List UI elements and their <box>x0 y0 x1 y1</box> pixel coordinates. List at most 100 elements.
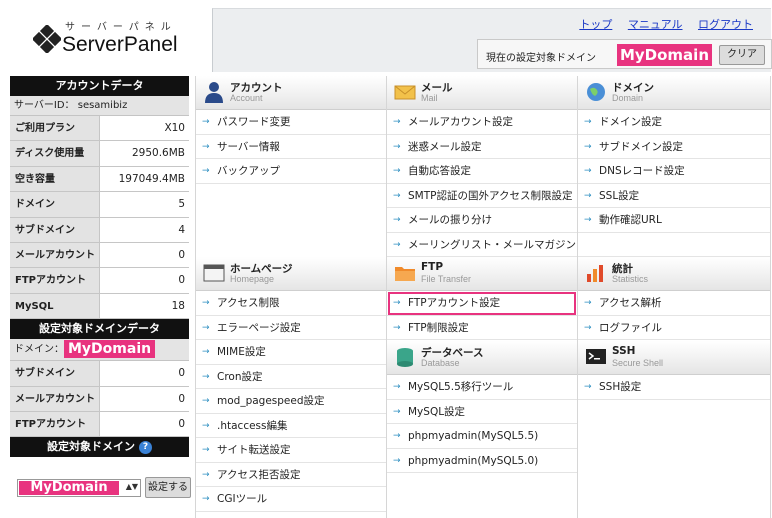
target-domain-label: 設定対象ドメイン <box>47 440 135 454</box>
menu-item-spam[interactable]: 迷惑メール設定 <box>387 135 577 159</box>
logo-mark-icon <box>33 25 61 53</box>
row-label: ディスク使用量 <box>10 141 100 166</box>
menu-item-backup[interactable]: バックアップ <box>196 159 386 184</box>
menu-item-ftp-restriction[interactable]: FTP制限設定 <box>387 316 577 340</box>
window-icon <box>203 264 225 282</box>
domain-row: ドメイン： MyDomain <box>10 339 189 362</box>
domain-data-title: 設定対象ドメインデータ <box>10 319 189 340</box>
row-value: 5 <box>100 192 189 217</box>
row-value: 18 <box>100 293 189 319</box>
section-subtitle: Statistics <box>612 274 649 284</box>
menu-item-phpmyadmin-50[interactable]: phpmyadmin(MySQL5.0) <box>387 449 577 473</box>
account-data-title: アカウントデータ <box>10 76 189 96</box>
menu-item-cgi[interactable]: CGIツール <box>196 487 386 512</box>
row-value: 197049.4MB <box>100 166 189 192</box>
logout-link[interactable]: ログアウト <box>698 18 753 31</box>
menu-item-cron[interactable]: Cron設定 <box>196 365 386 389</box>
domain-data-row: FTPアカウント 0 <box>10 411 189 438</box>
menu-item-mysql-settings[interactable]: MySQL設定 <box>387 400 577 424</box>
section-database: データベース Database <box>387 341 577 375</box>
domain-data-row: サブドメイン 0 <box>10 361 189 387</box>
section-subtitle: Secure Shell <box>612 358 664 368</box>
row-value: 0 <box>100 268 189 293</box>
target-domain-area: MyDomain ▲▼ 設定する <box>10 457 191 513</box>
menu-item-mail-account[interactable]: メールアカウント設定 <box>387 110 577 135</box>
section-ftp: FTP File Transfer <box>387 257 577 291</box>
database-icon <box>397 348 413 367</box>
row-value: X10 <box>100 116 189 141</box>
menu-item-pagespeed[interactable]: mod_pagespeed設定 <box>196 389 386 414</box>
sidebar: アカウントデータ サーバーID： sesamibiz ご利用プラン X10 ディス… <box>10 76 191 513</box>
menu-item-access-analysis[interactable]: アクセス解析 <box>578 291 770 316</box>
account-row: FTPアカウント 0 <box>10 268 189 294</box>
menu-item-mailing-list[interactable]: メーリングリスト・メールマガジン <box>387 233 577 257</box>
help-icon[interactable]: ? <box>139 440 152 454</box>
domain-select-value: MyDomain <box>19 481 119 496</box>
menu-column-3: ドメイン Domain ドメイン設定 サブドメイン設定 DNSレコード設定 SS… <box>577 76 771 518</box>
section-domain: ドメイン Domain <box>578 76 770 110</box>
account-row: ドメイン 5 <box>10 192 189 218</box>
account-row: メールアカウント 0 <box>10 242 189 269</box>
menu-item-log-file[interactable]: ログファイル <box>578 316 770 340</box>
row-label: MySQL <box>10 293 100 319</box>
logo-text: ServerPanel <box>62 33 178 56</box>
current-domain-panel: 現在の設定対象ドメイン MyDomain クリア <box>477 39 772 69</box>
menu-item-server-info[interactable]: サーバー情報 <box>196 135 386 159</box>
menu-item-smtp-restriction[interactable]: SMTP認証の国外アクセス制限設定 <box>387 184 577 208</box>
menu-grid: アカウント Account パスワード変更 サーバー情報 バックアップ ホームペ… <box>195 76 771 518</box>
row-value: 0 <box>100 411 189 437</box>
section-subtitle: Mail <box>421 93 438 103</box>
spacer <box>578 233 770 257</box>
section-account: アカウント Account <box>196 76 386 110</box>
set-domain-button[interactable]: 設定する <box>145 477 191 499</box>
envelope-icon <box>394 85 416 100</box>
domain-select[interactable]: MyDomain ▲▼ <box>17 479 141 498</box>
domain-label: ドメイン： <box>14 344 64 356</box>
row-value: 0 <box>100 242 189 268</box>
top-link[interactable]: トップ <box>579 18 612 31</box>
section-title: FTP <box>421 261 444 273</box>
menu-item-error-page[interactable]: エラーページ設定 <box>196 316 386 340</box>
section-homepage: ホームページ Homepage <box>196 257 386 291</box>
menu-item-password[interactable]: パスワード変更 <box>196 110 386 135</box>
row-label: メールアカウント <box>10 386 100 411</box>
account-row: ご利用プラン X10 <box>10 116 189 142</box>
row-value: 0 <box>100 361 189 386</box>
manual-link[interactable]: マニュアル <box>628 18 683 31</box>
menu-item-mail-filter[interactable]: メールの振り分け <box>387 208 577 233</box>
menu-item-access-deny[interactable]: アクセス拒否設定 <box>196 463 386 487</box>
domain-value: MyDomain <box>64 340 156 359</box>
menu-item-ssl[interactable]: SSL設定 <box>578 184 770 208</box>
menu-item-mime[interactable]: MIME設定 <box>196 340 386 365</box>
menu-item-ssh-settings[interactable]: SSH設定 <box>578 375 770 400</box>
menu-item-phpmyadmin-55[interactable]: phpmyadmin(MySQL5.5) <box>387 424 577 449</box>
menu-item-subdomain[interactable]: サブドメイン設定 <box>578 135 770 159</box>
menu-item-domain-settings[interactable]: ドメイン設定 <box>578 110 770 135</box>
menu-item-mysql-migrate[interactable]: MySQL5.5移行ツール <box>387 375 577 400</box>
header-bar: トップ マニュアル ログアウト 現在の設定対象ドメイン MyDomain クリア <box>212 8 772 72</box>
menu-item-access-restriction[interactable]: アクセス制限 <box>196 291 386 316</box>
menu-item-dns[interactable]: DNSレコード設定 <box>578 159 770 184</box>
menu-item-ftp-account[interactable]: FTPアカウント設定 <box>387 291 577 316</box>
section-subtitle: Account <box>230 93 263 103</box>
menu-column-1: アカウント Account パスワード変更 サーバー情報 バックアップ ホームペ… <box>195 76 386 518</box>
menu-item-redirect[interactable]: サイト転送設定 <box>196 438 386 463</box>
logo[interactable]: サーバーパネル ServerPanel <box>0 0 205 72</box>
clear-button[interactable]: クリア <box>719 45 765 65</box>
section-subtitle: Homepage <box>230 274 275 284</box>
section-ssh: SSH Secure Shell <box>578 341 770 375</box>
current-domain-value: MyDomain <box>617 44 712 66</box>
row-label: ドメイン <box>10 192 100 217</box>
account-row: 空き容量 197049.4MB <box>10 166 189 193</box>
person-icon <box>205 82 223 103</box>
menu-item-htaccess[interactable]: .htaccess編集 <box>196 414 386 438</box>
account-row: ディスク使用量 2950.6MB <box>10 141 189 167</box>
row-label: サブドメイン <box>10 217 100 242</box>
menu-item-test-url[interactable]: 動作確認URL <box>578 208 770 233</box>
row-value: 4 <box>100 217 189 242</box>
section-mail: メール Mail <box>387 76 577 110</box>
menu-item-auto-reply[interactable]: 自動応答設定 <box>387 159 577 184</box>
row-label: サブドメイン <box>10 361 100 386</box>
section-title: SSH <box>612 345 636 357</box>
domain-data-row: メールアカウント 0 <box>10 386 189 412</box>
